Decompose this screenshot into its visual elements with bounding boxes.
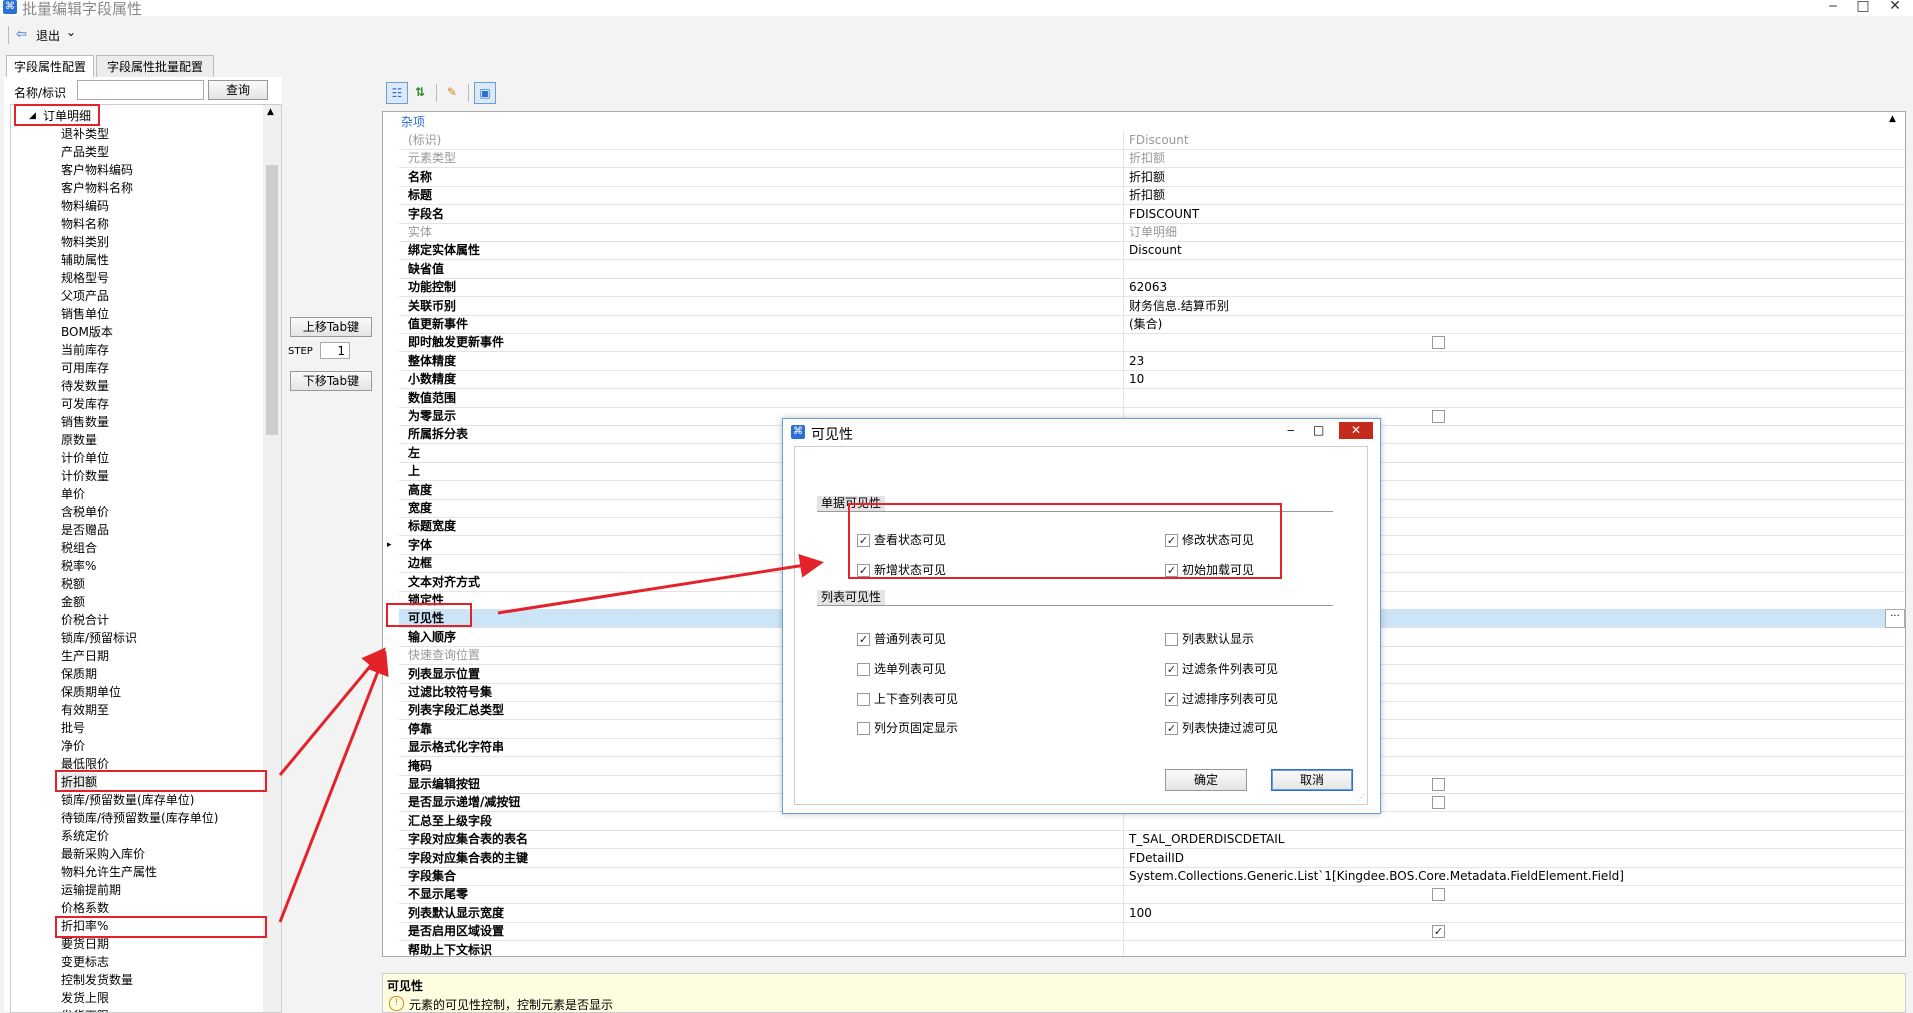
annotation-arrows	[278, 553, 824, 923]
arrow-discount	[278, 647, 386, 776]
arrow-discount-rate	[278, 650, 389, 923]
arrow-visibility	[497, 553, 824, 615]
